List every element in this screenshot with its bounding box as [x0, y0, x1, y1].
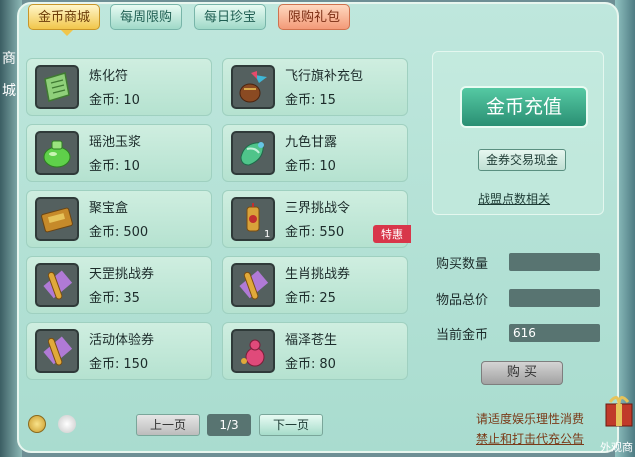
scroll-icon: [231, 263, 275, 307]
item-price: 金币: 25: [285, 291, 336, 306]
item-price: 金币: 10: [285, 159, 336, 174]
item-name: 三界挑战令: [285, 201, 351, 216]
next-page-button[interactable]: 下一页: [259, 414, 323, 436]
left-edge-text: 城: [2, 83, 16, 99]
item-name: 九色甘露: [285, 135, 338, 150]
item-price: 金币: 15: [285, 93, 336, 108]
buy-quantity-field[interactable]: [509, 253, 600, 271]
toggle-dot-icon[interactable]: [58, 415, 76, 433]
shop-item[interactable]: 炼化符 金币: 10: [26, 58, 212, 116]
left-edge-text: 商: [2, 51, 16, 67]
item-price: 金币: 150: [89, 357, 149, 372]
buy-quantity-label: 购买数量: [436, 257, 489, 272]
item-name: 活动体验券: [89, 333, 155, 348]
shop-item[interactable]: 天罡挑战券 金币: 35: [26, 256, 212, 314]
item-price: 金币: 10: [89, 93, 140, 108]
shop-item[interactable]: 福泽苍生 金币: 80: [222, 322, 408, 380]
shop-item[interactable]: 瑶池玉浆 金币: 10: [26, 124, 212, 182]
alliance-points-link[interactable]: 战盟点数相关: [478, 190, 550, 207]
shop-item[interactable]: 活动体验券 金币: 150: [26, 322, 212, 380]
tab-daily-treasure[interactable]: 每日珍宝: [194, 4, 267, 30]
prev-page-button[interactable]: 上一页: [136, 414, 200, 436]
gift-icon: [605, 396, 633, 427]
item-price: 金币: 80: [285, 357, 336, 372]
shop-item[interactable]: 生肖挑战券 金币: 25: [222, 256, 408, 314]
zoom-icon[interactable]: [28, 415, 46, 433]
item-price: 金币: 500: [89, 225, 149, 240]
tab-weekly-limit[interactable]: 每周限购: [110, 4, 183, 30]
item-name: 飞行旗补充包: [285, 69, 364, 84]
item-name: 炼化符: [89, 69, 129, 84]
buy-button[interactable]: 购 买: [481, 361, 563, 385]
item-name: 福泽苍生: [285, 333, 338, 348]
treasure-box-icon: [35, 197, 79, 241]
special-offer-badge: 特惠: [373, 225, 411, 243]
shop-item[interactable]: 飞行旗补充包 金币: 15: [222, 58, 408, 116]
notice-text: 请适度娱乐理性消费: [475, 412, 584, 426]
item-quantity: 1: [264, 229, 271, 240]
total-price-field: [509, 289, 600, 307]
coupon-trade-button[interactable]: 金券交易现金: [478, 149, 566, 171]
tab-gold-shop[interactable]: 金币商城: [28, 4, 101, 36]
appearance-shop-label: 外观商: [600, 441, 633, 454]
appearance-shop-entry[interactable]: 外观商: [600, 390, 635, 457]
item-name: 聚宝盒: [89, 201, 129, 216]
scroll-icon: [35, 263, 79, 307]
nine-color-dew-icon: [231, 131, 275, 175]
current-gold-label: 当前金币: [436, 328, 489, 343]
gold-recharge-button[interactable]: 金币充值: [460, 86, 588, 128]
page-indicator: 1/3: [207, 414, 251, 436]
shop-item[interactable]: 聚宝盒 金币: 500: [26, 190, 212, 248]
talisman-icon: [35, 65, 79, 109]
scroll-icon: [35, 329, 79, 373]
green-jade-jar-icon: [35, 131, 79, 175]
current-gold-value: 616: [509, 324, 600, 342]
flag-pouch-icon: [231, 65, 275, 109]
item-name: 生肖挑战券: [285, 267, 351, 282]
item-price: 金币: 10: [89, 159, 140, 174]
tab-limited-pack[interactable]: 限购礼包: [278, 4, 351, 30]
item-name: 瑶池玉浆: [89, 135, 142, 150]
red-gourd-icon: [231, 329, 275, 373]
item-name: 天罡挑战券: [89, 267, 155, 282]
item-price: 金币: 550: [285, 225, 345, 240]
shop-item[interactable]: 1 三界挑战令 金币: 550 特惠: [222, 190, 411, 248]
shop-item[interactable]: 九色甘露 金币: 10: [222, 124, 408, 182]
total-price-label: 物品总价: [436, 293, 489, 308]
item-price: 金币: 35: [89, 291, 140, 306]
anti-proxy-notice-link[interactable]: 禁止和打击代充公告: [476, 430, 584, 447]
